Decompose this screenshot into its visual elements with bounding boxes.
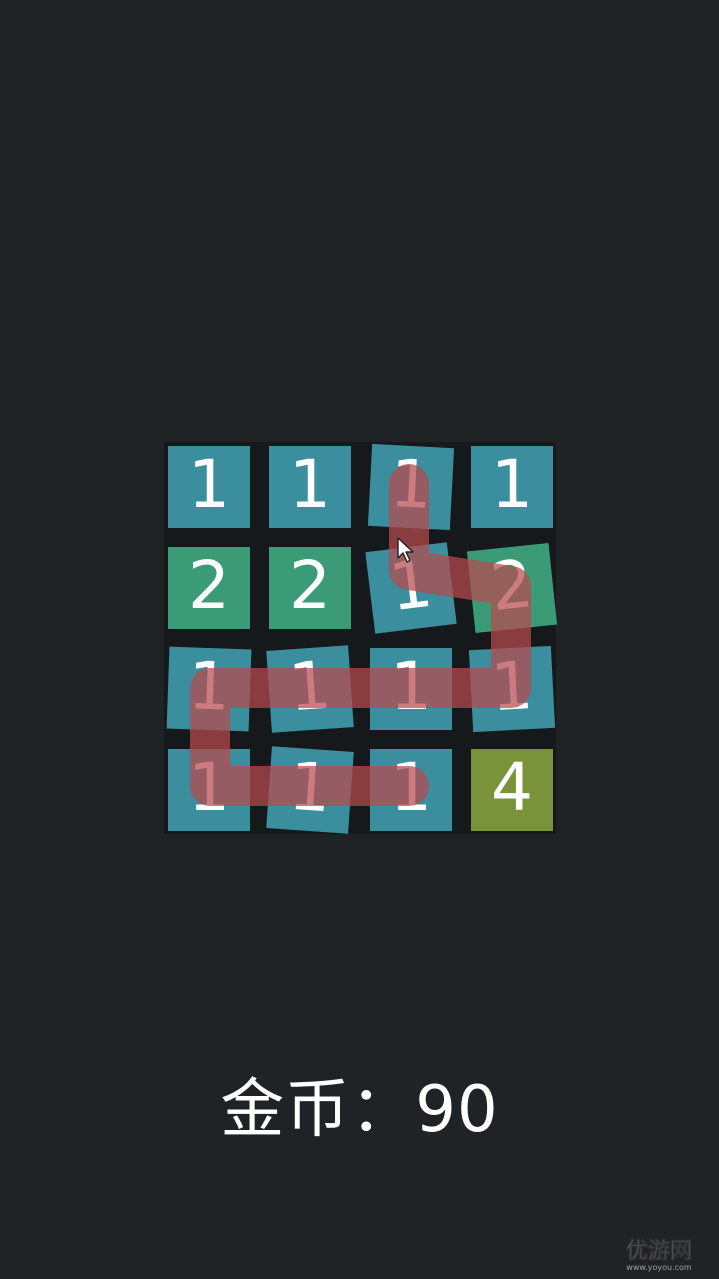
tile-value: 4: [491, 749, 533, 826]
tile-value: 1: [188, 446, 230, 523]
tile-value: 1: [286, 747, 334, 828]
tile-r4-c2[interactable]: 1: [266, 746, 354, 834]
tile-r4-c1[interactable]: 1: [168, 749, 250, 831]
tile-r3-c4[interactable]: 1: [468, 645, 556, 733]
coin-value: 90: [415, 1073, 499, 1147]
tile-value: 1: [286, 646, 334, 727]
tile-r1-c4[interactable]: 1: [471, 446, 553, 528]
tile-r1-c1[interactable]: 1: [168, 446, 250, 528]
tile-r1-c2[interactable]: 1: [269, 446, 351, 528]
coin-label: 金币：: [220, 1073, 416, 1147]
tile-r3-c3[interactable]: 1: [370, 648, 452, 730]
pointer-cursor-icon: [397, 537, 414, 563]
tile-r4-c4[interactable]: 4: [471, 749, 553, 831]
watermark-url: www.yoyou.com: [626, 1263, 692, 1272]
site-watermark: 优游网 www.yoyou.com: [626, 1238, 693, 1272]
tile-value: 1: [388, 444, 435, 525]
tile-r1-c3[interactable]: 1: [367, 443, 455, 531]
tile-value: 2: [188, 547, 230, 624]
tile-value: 1: [491, 446, 533, 523]
tile-value: 2: [289, 547, 331, 624]
tile-r3-c2[interactable]: 1: [266, 645, 354, 733]
tile-value: 1: [289, 446, 331, 523]
tile-value: 1: [186, 647, 232, 726]
tile-value: 1: [188, 749, 230, 826]
tile-value: 1: [390, 648, 432, 725]
tile-value: 2: [486, 545, 537, 626]
tile-r2-c1[interactable]: 2: [168, 547, 250, 629]
tile-value: 1: [390, 749, 432, 826]
coin-counter: 金币：90: [0, 1068, 719, 1152]
watermark-text: 优游网: [626, 1238, 692, 1264]
tile-r4-c3[interactable]: 1: [370, 749, 452, 831]
tile-r2-c4[interactable]: 2: [466, 542, 558, 634]
tile-value: 1: [488, 646, 535, 727]
tile-r2-c2[interactable]: 2: [269, 547, 351, 629]
game-screen: 1111221211111114 金币：90 优游网 www.yoyou.com: [0, 0, 719, 1279]
game-board: 1111221211111114: [164, 442, 558, 834]
tile-r3-c1[interactable]: 1: [166, 646, 252, 732]
